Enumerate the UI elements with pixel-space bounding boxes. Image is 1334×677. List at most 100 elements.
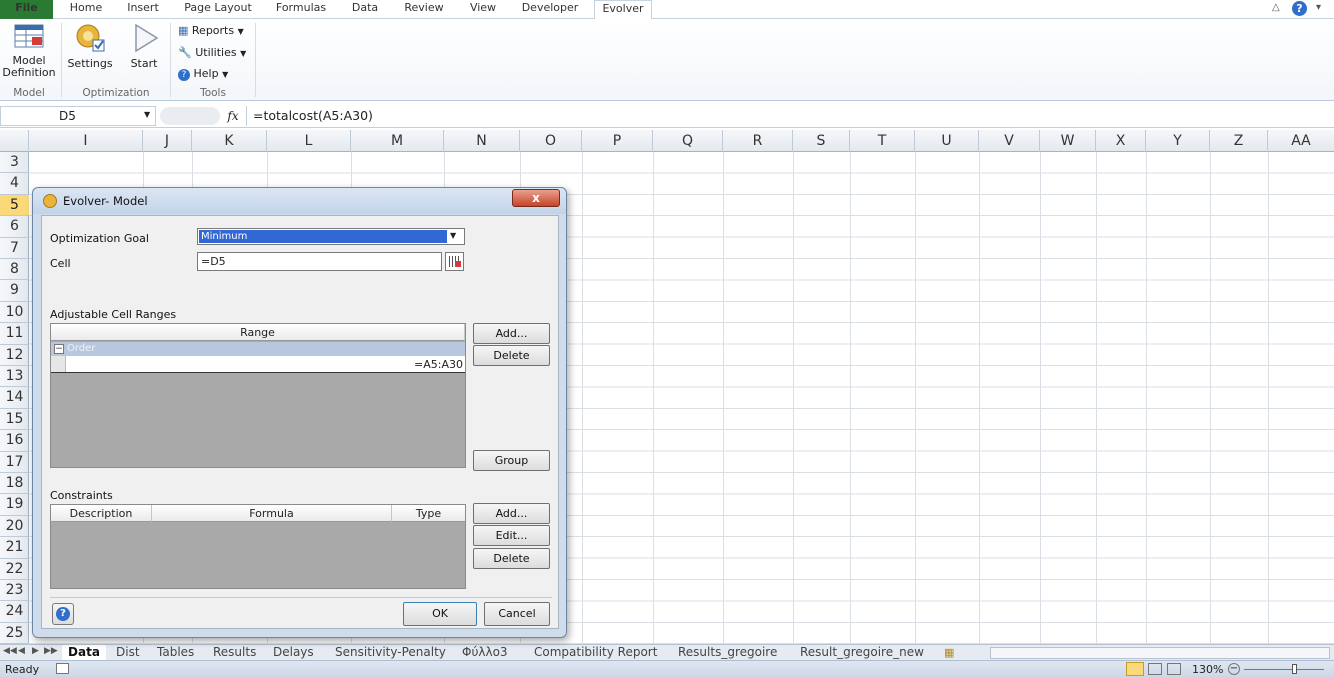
row-header[interactable]: 15 (0, 409, 29, 431)
zoom-slider-thumb[interactable] (1292, 664, 1297, 674)
sheet-tab[interactable]: Result_gregoire_new (800, 645, 924, 661)
row-header[interactable]: 13 (0, 366, 29, 388)
normal-view-icon[interactable] (1126, 662, 1144, 676)
sheet-tab[interactable]: Dist (116, 645, 140, 661)
help-menu-button[interactable]: ? Help ▼ (178, 65, 228, 83)
column-header[interactable]: N (444, 130, 520, 152)
row-header[interactable]: 11 (0, 323, 29, 345)
sheet-tab-active[interactable]: Data (62, 645, 106, 661)
row-header[interactable]: 17 (0, 452, 29, 473)
cancel-button[interactable]: Cancel (484, 602, 550, 626)
row-header[interactable]: 6 (0, 216, 29, 238)
name-box[interactable]: D5 ▼ (0, 106, 156, 126)
delete-constraint-button[interactable]: Delete (473, 548, 550, 569)
prev-sheet-icon[interactable]: ◀ (18, 646, 25, 656)
select-all-corner[interactable] (0, 130, 29, 152)
chevron-down-icon[interactable]: ▼ (450, 231, 456, 240)
add-constraint-button[interactable]: Add... (473, 503, 550, 524)
minimize-ribbon-icon[interactable]: △ (1272, 2, 1284, 14)
row-selector[interactable] (51, 356, 66, 372)
column-header[interactable]: X (1096, 130, 1146, 152)
tab-view[interactable]: View (464, 0, 502, 19)
formula-input[interactable]: =totalcost(A5:A30) (246, 106, 1334, 126)
row-header[interactable]: 19 (0, 494, 29, 516)
model-definition-button[interactable]: Model Definition (2, 22, 56, 84)
ok-button[interactable]: OK (403, 602, 477, 626)
page-layout-view-icon[interactable] (1148, 663, 1162, 675)
delete-range-button[interactable]: Delete (473, 345, 550, 366)
first-sheet-icon[interactable]: ◀◀ (3, 646, 17, 656)
collapse-icon[interactable]: − (54, 344, 64, 354)
row-header[interactable]: 12 (0, 345, 29, 366)
row-header[interactable]: 8 (0, 259, 29, 281)
column-header[interactable]: AA (1268, 130, 1334, 152)
formula-column-header[interactable]: Formula (152, 505, 392, 522)
sheet-tab[interactable]: Φύλλο3 (462, 645, 508, 661)
adjustable-ranges-grid[interactable]: Range − Order =A5:A30 (50, 323, 466, 468)
macro-record-icon[interactable] (56, 663, 69, 674)
dialog-titlebar[interactable]: Evolver- Model x (33, 188, 566, 214)
row-header[interactable]: 21 (0, 537, 29, 559)
zoom-slider[interactable] (1244, 669, 1324, 670)
tab-review[interactable]: Review (398, 0, 450, 19)
row-header[interactable]: 7 (0, 238, 29, 259)
column-header[interactable]: J (143, 130, 192, 152)
utilities-button[interactable]: 🔧 Utilities ▼ (178, 44, 246, 62)
tab-developer[interactable]: Developer (516, 0, 584, 19)
sheet-tab[interactable]: Results_gregoire (678, 645, 777, 661)
constraints-grid[interactable]: Description Formula Type (50, 504, 466, 589)
column-header[interactable]: P (582, 130, 653, 152)
sheet-tab[interactable]: Tables (157, 645, 194, 661)
row-header[interactable]: 20 (0, 516, 29, 538)
row-header[interactable]: 25 (0, 623, 29, 645)
range-group-row[interactable]: − Order (51, 342, 465, 356)
tab-data[interactable]: Data (346, 0, 384, 19)
row-header[interactable]: 18 (0, 473, 29, 495)
insert-sheet-icon[interactable]: ▦ (944, 646, 954, 659)
row-header[interactable]: 3 (0, 152, 29, 174)
row-header[interactable]: 10 (0, 302, 29, 324)
column-header[interactable]: Y (1146, 130, 1210, 152)
insert-function-icon[interactable]: fx (222, 106, 244, 126)
sheet-tab[interactable]: Sensitivity-Penalty (335, 645, 446, 661)
chevron-down-icon[interactable]: ▼ (144, 110, 150, 119)
tab-evolver[interactable]: Evolver (594, 0, 652, 19)
sheet-tab[interactable]: Results (213, 645, 256, 661)
column-header[interactable]: V (979, 130, 1040, 152)
add-range-button[interactable]: Add... (473, 323, 550, 344)
edit-constraint-button[interactable]: Edit... (473, 525, 550, 546)
column-header[interactable]: I (29, 130, 143, 152)
reports-button[interactable]: ▦ Reports ▼ (178, 22, 244, 40)
next-sheet-icon[interactable]: ▶ (32, 646, 39, 656)
row-header[interactable]: 22 (0, 559, 29, 580)
column-header[interactable]: T (850, 130, 915, 152)
column-header[interactable]: S (793, 130, 850, 152)
zoom-level[interactable]: 130% (1192, 663, 1223, 676)
optimization-goal-select[interactable]: Minimum ▼ (197, 228, 465, 245)
close-icon[interactable]: x (512, 189, 560, 207)
column-header[interactable]: W (1040, 130, 1096, 152)
column-header[interactable]: R (723, 130, 793, 152)
row-header-selected[interactable]: 5 (0, 194, 29, 217)
column-header[interactable]: L (267, 130, 351, 152)
tab-formulas[interactable]: Formulas (270, 0, 332, 19)
column-header[interactable]: U (915, 130, 979, 152)
range-row[interactable]: =A5:A30 (51, 356, 465, 373)
cell-picker-icon[interactable] (445, 252, 464, 271)
row-header[interactable]: 9 (0, 280, 29, 302)
page-break-view-icon[interactable] (1167, 663, 1181, 675)
column-header[interactable]: O (520, 130, 582, 152)
tab-file[interactable]: File (0, 0, 53, 19)
sheet-tab[interactable]: Compatibility Report (534, 645, 657, 661)
row-header[interactable]: 23 (0, 580, 29, 602)
description-column-header[interactable]: Description (51, 505, 152, 522)
sheet-tab[interactable]: Delays (273, 645, 314, 661)
help-icon[interactable]: ? (1292, 1, 1307, 16)
zoom-out-icon[interactable]: − (1228, 663, 1240, 675)
cell-reference-input[interactable]: =D5 (197, 252, 442, 271)
last-sheet-icon[interactable]: ▶▶ (44, 646, 58, 656)
row-header[interactable]: 16 (0, 430, 29, 452)
column-header[interactable]: Q (653, 130, 723, 152)
horizontal-scrollbar[interactable] (990, 647, 1330, 659)
row-header[interactable]: 24 (0, 601, 29, 623)
